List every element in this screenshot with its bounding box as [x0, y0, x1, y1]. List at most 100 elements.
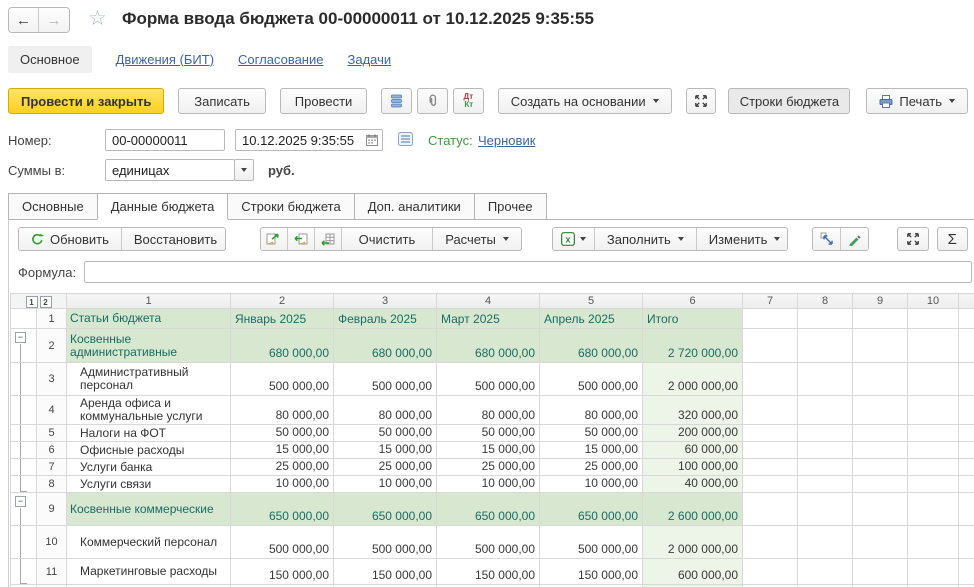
- cell-value-row-9-col-4[interactable]: 650 000,00: [437, 493, 540, 526]
- edit-button[interactable]: Изменить: [697, 228, 789, 250]
- cell-empty[interactable]: [798, 459, 853, 476]
- formula-input[interactable]: [84, 261, 972, 283]
- cell-label-row-9[interactable]: Косвенные коммерческие: [67, 493, 231, 526]
- sums-in-select[interactable]: единицах: [105, 159, 235, 181]
- cell-total-header[interactable]: Итого: [643, 309, 743, 329]
- cell-value-row-3-col-2[interactable]: 500 000,00: [231, 363, 334, 396]
- cell-empty[interactable]: [853, 363, 908, 396]
- edit-cell-button[interactable]: [841, 228, 868, 250]
- cell-empty[interactable]: [908, 559, 959, 585]
- cell-label-row-4[interactable]: Аренда офиса и коммунальные услуги: [67, 396, 231, 425]
- cell-value-row-11-col-4[interactable]: 150 000,00: [437, 559, 540, 585]
- cell-empty[interactable]: [853, 425, 908, 442]
- cell-value-row-7-col-3[interactable]: 25 000,00: [334, 459, 437, 476]
- cell-empty[interactable]: [798, 329, 853, 363]
- post-and-close-button[interactable]: Провести и закрыть: [8, 88, 164, 114]
- debit-credit-button[interactable]: Дт Кт: [453, 88, 484, 114]
- cell-label-row-8[interactable]: Услуги связи: [67, 476, 231, 493]
- cell-empty[interactable]: [853, 396, 908, 425]
- column-header-7[interactable]: 7: [743, 294, 798, 309]
- cell-label-row-2[interactable]: Косвенные административные: [67, 329, 231, 363]
- cell-value-row-4-col-4[interactable]: 80 000,00: [437, 396, 540, 425]
- cell-value-row-5-col-5[interactable]: 50 000,00: [540, 425, 643, 442]
- cell-month-header-2[interactable]: Февраль 2025: [334, 309, 437, 329]
- cell-total-row-8[interactable]: 40 000,00: [643, 476, 743, 493]
- cell-total-row-11[interactable]: 600 000,00: [643, 559, 743, 585]
- cell-value-row-11-col-5[interactable]: 150 000,00: [540, 559, 643, 585]
- print-button[interactable]: Печать: [866, 88, 968, 114]
- column-header-6[interactable]: 6: [643, 294, 743, 309]
- tab-other[interactable]: Прочее: [474, 193, 547, 220]
- cell-empty[interactable]: [798, 559, 853, 585]
- cell-empty[interactable]: [908, 459, 959, 476]
- number-input[interactable]: 00-00000011: [105, 129, 225, 151]
- cell-month-header-4[interactable]: Апрель 2025: [540, 309, 643, 329]
- fullscreen-button[interactable]: [686, 88, 717, 114]
- cell-month-header-1[interactable]: Январь 2025: [231, 309, 334, 329]
- open-list-icon[interactable]: [398, 132, 413, 146]
- cell-empty[interactable]: [908, 309, 959, 329]
- row-number-8[interactable]: 8: [37, 476, 67, 493]
- refresh-button[interactable]: Обновить: [19, 228, 122, 250]
- cell-total-row-10[interactable]: 2 000 000,00: [643, 526, 743, 559]
- import-data-button[interactable]: [288, 228, 315, 250]
- cell-empty[interactable]: [853, 493, 908, 526]
- cell-value-row-10-col-4[interactable]: 500 000,00: [437, 526, 540, 559]
- cell-value-row-6-col-3[interactable]: 15 000,00: [334, 442, 437, 459]
- attachments-button[interactable]: [417, 88, 448, 114]
- cell-empty[interactable]: [798, 493, 853, 526]
- write-button[interactable]: Записать: [178, 88, 265, 114]
- cell-value-row-8-col-5[interactable]: 10 000,00: [540, 476, 643, 493]
- grid-fullscreen-button[interactable]: [897, 227, 928, 251]
- cell-label-row-10[interactable]: Коммерческий персонал: [67, 526, 231, 559]
- cell-value-row-5-col-4[interactable]: 50 000,00: [437, 425, 540, 442]
- cell-value-row-6-col-2[interactable]: 15 000,00: [231, 442, 334, 459]
- row-number-11[interactable]: 11: [37, 559, 67, 585]
- cell-total-row-3[interactable]: 2 000 000,00: [643, 363, 743, 396]
- cell-empty[interactable]: [853, 309, 908, 329]
- nav-link-tasks[interactable]: Задачи: [347, 52, 391, 67]
- cell-value-row-8-col-2[interactable]: 10 000,00: [231, 476, 334, 493]
- cell-value-row-4-col-3[interactable]: 80 000,00: [334, 396, 437, 425]
- cell-empty[interactable]: [743, 459, 798, 476]
- column-header-8[interactable]: 8: [798, 294, 853, 309]
- budget-spreadsheet[interactable]: 12123456789101Статьи бюджетаЯнварь 2025Ф…: [10, 293, 974, 587]
- create-based-on-button[interactable]: Создать на основании: [498, 88, 672, 114]
- cell-value-row-9-col-2[interactable]: 650 000,00: [231, 493, 334, 526]
- cell-value-row-5-col-2[interactable]: 50 000,00: [231, 425, 334, 442]
- cell-value-row-8-col-4[interactable]: 10 000,00: [437, 476, 540, 493]
- cell-empty[interactable]: [908, 396, 959, 425]
- row-number-3[interactable]: 3: [37, 363, 67, 396]
- column-header-2[interactable]: 2: [231, 294, 334, 309]
- row-number-9[interactable]: 9: [37, 493, 67, 526]
- cell-value-row-10-col-3[interactable]: 500 000,00: [334, 526, 437, 559]
- cell-empty[interactable]: [743, 526, 798, 559]
- fill-button[interactable]: Заполнить: [595, 228, 697, 250]
- selection-mode-button[interactable]: [813, 228, 840, 250]
- export-table-button[interactable]: [315, 228, 342, 250]
- report-structure-button[interactable]: [381, 88, 412, 114]
- cell-value-row-7-col-4[interactable]: 25 000,00: [437, 459, 540, 476]
- cell-value-row-6-col-4[interactable]: 15 000,00: [437, 442, 540, 459]
- cell-label-row-11[interactable]: Маркетинговые расходы: [67, 559, 231, 585]
- cell-value-row-6-col-5[interactable]: 15 000,00: [540, 442, 643, 459]
- cell-empty[interactable]: [798, 309, 853, 329]
- cell-label-row-5[interactable]: Налоги на ФОТ: [67, 425, 231, 442]
- cell-empty[interactable]: [743, 442, 798, 459]
- cell-empty[interactable]: [798, 442, 853, 459]
- cell-empty[interactable]: [743, 329, 798, 363]
- column-header-3[interactable]: 3: [334, 294, 437, 309]
- cell-budget-items-header[interactable]: Статьи бюджета: [67, 309, 231, 329]
- cell-empty[interactable]: [798, 526, 853, 559]
- tab-extra-analytics[interactable]: Доп. аналитики: [354, 193, 475, 220]
- cell-empty[interactable]: [908, 476, 959, 493]
- cell-empty[interactable]: [853, 442, 908, 459]
- cell-empty[interactable]: [853, 459, 908, 476]
- row-number-10[interactable]: 10: [37, 526, 67, 559]
- column-header-4[interactable]: 4: [437, 294, 540, 309]
- group-level-1-button[interactable]: 1: [26, 296, 38, 308]
- cell-empty[interactable]: [743, 363, 798, 396]
- cell-empty[interactable]: [853, 476, 908, 493]
- cell-empty[interactable]: [798, 476, 853, 493]
- cell-empty[interactable]: [908, 425, 959, 442]
